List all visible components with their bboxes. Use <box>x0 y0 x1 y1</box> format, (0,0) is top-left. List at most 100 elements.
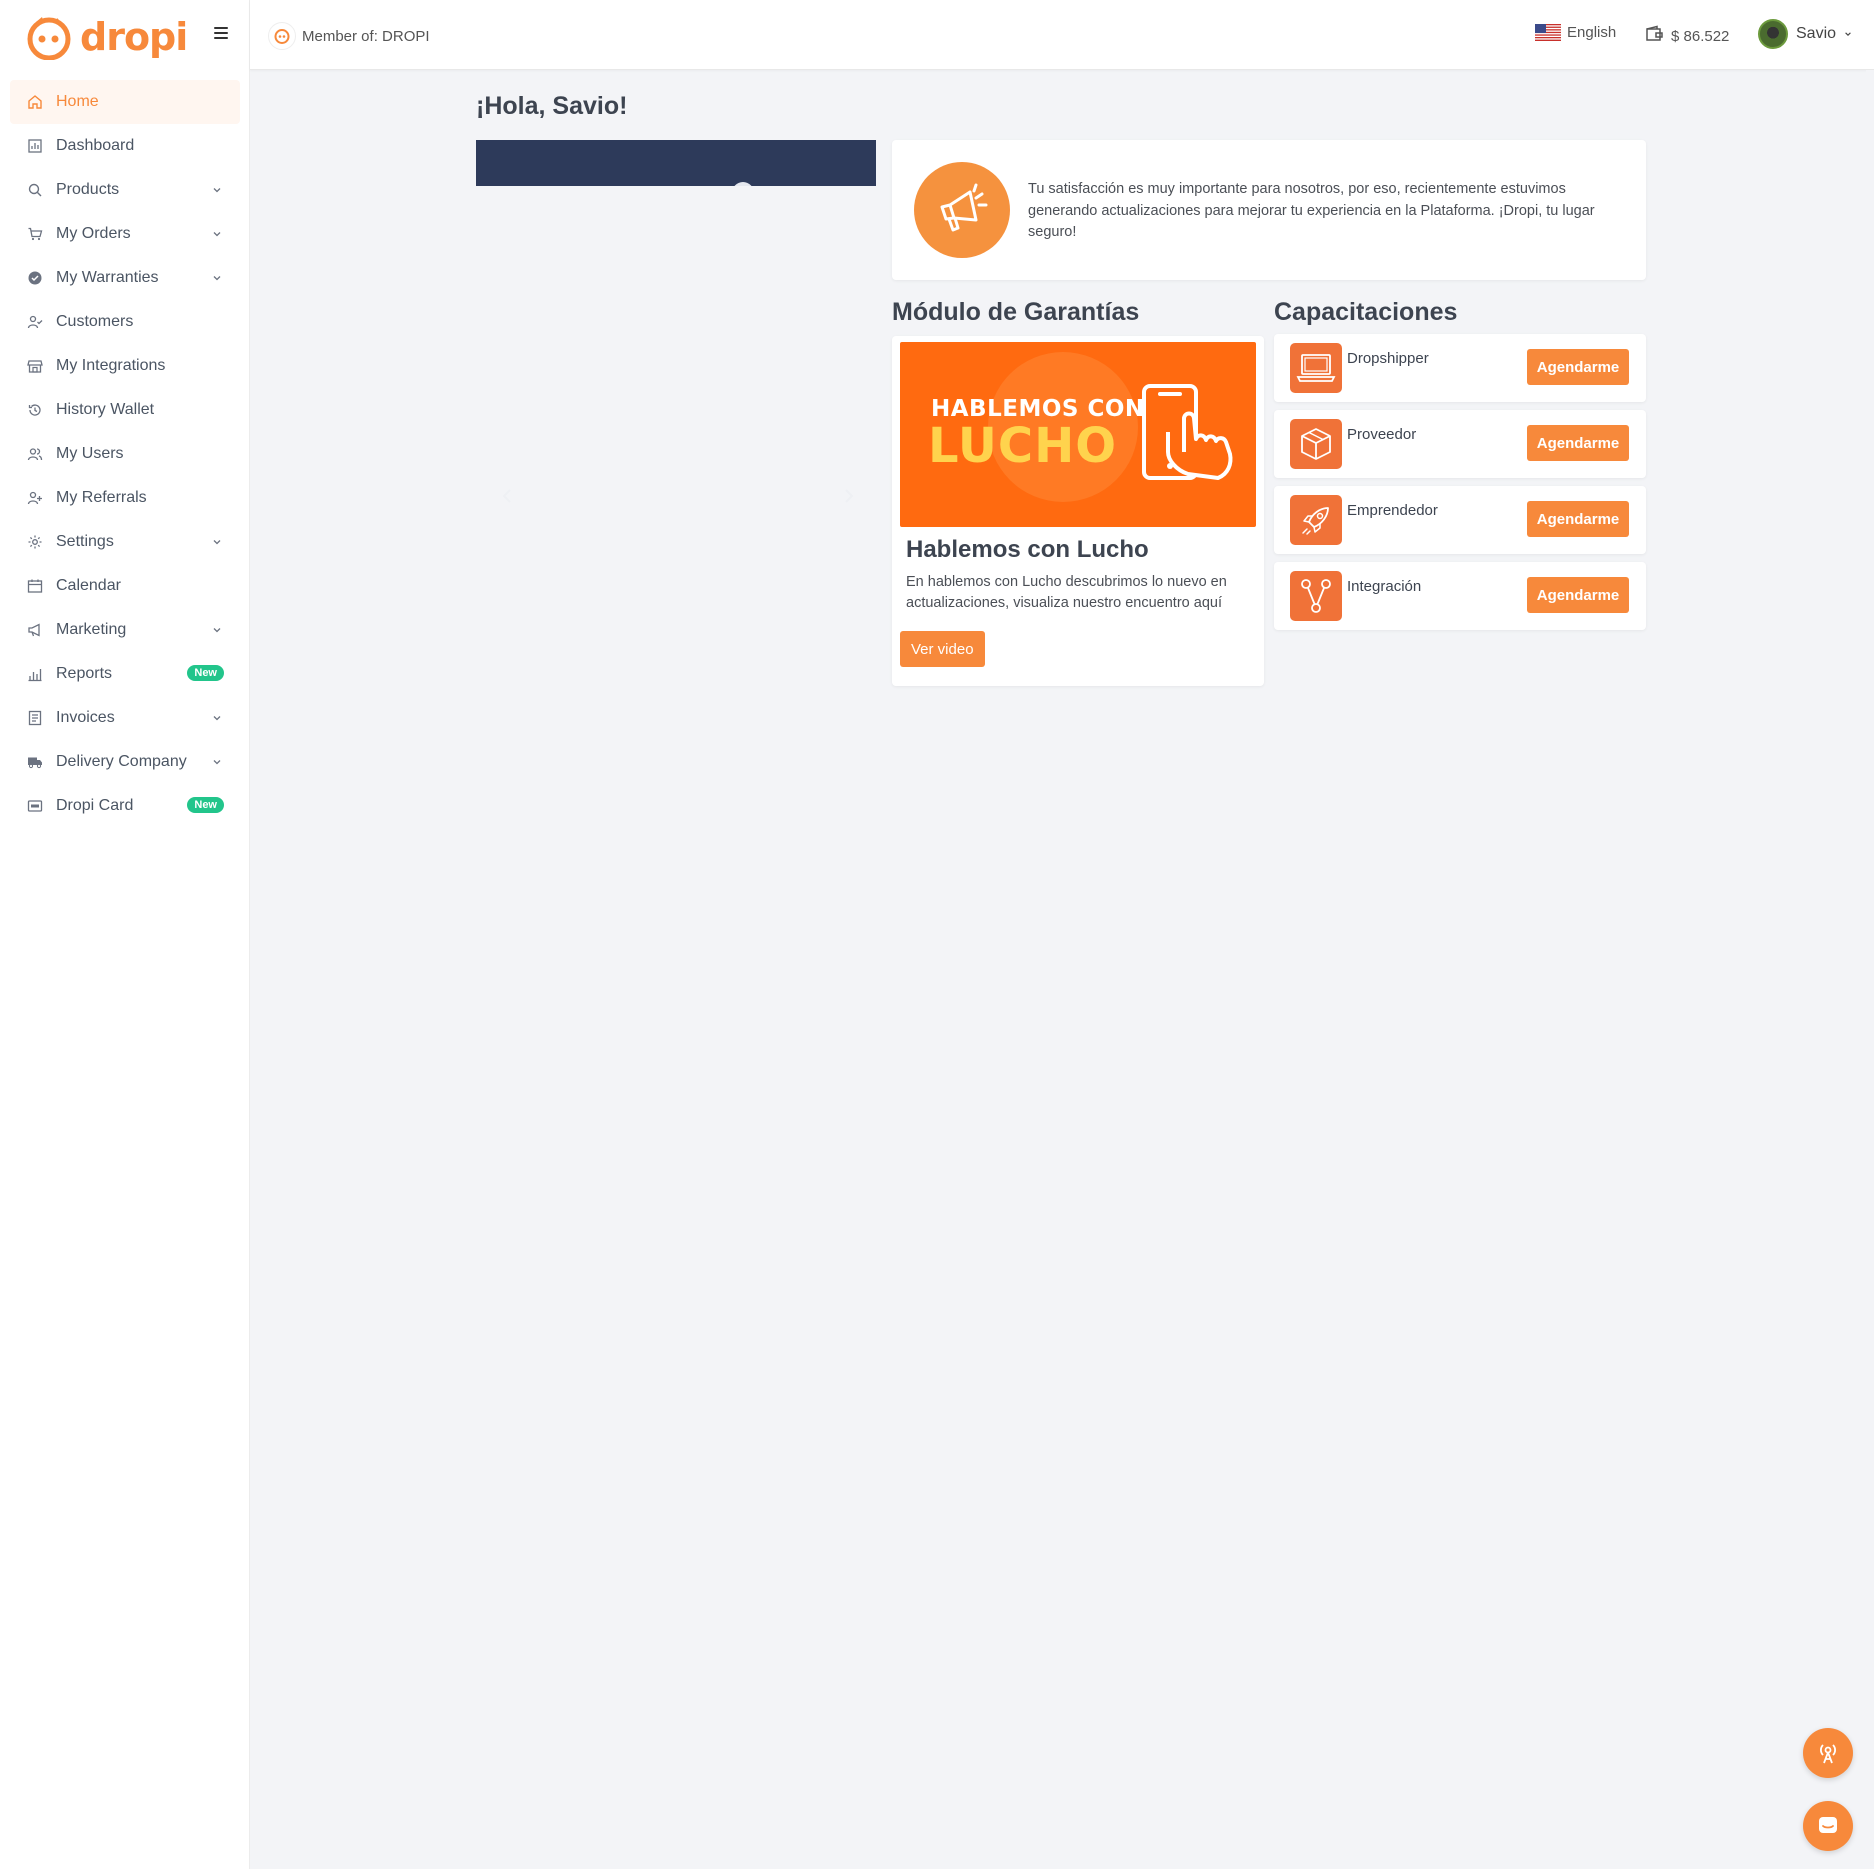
share-nodes-icon <box>1290 571 1342 621</box>
user-check-icon <box>26 313 44 331</box>
agendarme-button[interactable]: Agendarme <box>1527 577 1629 613</box>
banner-subheading: LUCHO <box>928 418 1118 474</box>
hablemos-con-lucho-banner[interactable]: HABLEMOS CON LUCHO <box>900 342 1256 527</box>
wallet-balance[interactable]: $ 86.522 <box>1645 25 1729 47</box>
sidebar-item-my-users[interactable]: My Users <box>10 432 240 476</box>
sidebar-item-label: Dropi Card <box>56 797 134 814</box>
sidebar-item-label: My Warranties <box>56 269 159 286</box>
sidebar-item-label: My Integrations <box>56 357 166 374</box>
rocket-icon <box>1290 495 1342 545</box>
sidebar-item-label: My Users <box>56 445 124 462</box>
sidebar-item-my-referrals[interactable]: My Referrals <box>10 476 240 520</box>
garantias-section-title: Módulo de Garantías <box>892 298 1140 326</box>
invoice-icon <box>26 709 44 727</box>
sidebar-item-label: Marketing <box>56 621 127 638</box>
training-item-emprendedor: Emprendedor Agendarme <box>1274 486 1646 554</box>
box-icon <box>1290 419 1342 469</box>
home-icon <box>26 93 44 111</box>
sidebar-item-invoices[interactable]: Invoices <box>10 696 240 740</box>
sidebar-item-my-warranties[interactable]: My Warranties <box>10 256 240 300</box>
truck-icon <box>26 753 44 771</box>
sidebar-item-label: Home <box>56 93 99 110</box>
user-plus-icon <box>26 489 44 507</box>
chevron-down-icon <box>212 182 222 193</box>
wallet-icon <box>1645 25 1665 47</box>
new-badge: New <box>187 665 224 681</box>
chat-icon[interactable] <box>1803 1801 1853 1851</box>
dropi-mini-logo-icon <box>268 22 296 50</box>
chevron-down-icon <box>212 270 222 281</box>
new-badge: New <box>187 797 224 813</box>
chevron-down-icon <box>212 710 222 721</box>
user-name: Savio <box>1796 25 1837 42</box>
training-item-integracion: Integración Agendarme <box>1274 562 1646 630</box>
sidebar-item-my-integrations[interactable]: My Integrations <box>10 344 240 388</box>
megaphone-icon <box>914 162 1010 258</box>
us-flag-icon <box>1535 24 1561 41</box>
sidebar-item-products[interactable]: Products <box>10 168 240 212</box>
training-label: Dropshipper <box>1347 350 1429 367</box>
search-icon <box>26 181 44 199</box>
chevron-down-icon <box>1844 25 1852 43</box>
menu-toggle-icon[interactable] <box>214 24 234 44</box>
megaphone-icon <box>26 621 44 639</box>
chevron-left-icon[interactable] <box>498 486 518 506</box>
chevron-down-icon <box>212 534 222 545</box>
ver-video-button[interactable]: Ver video <box>900 631 985 667</box>
sidebar-item-label: Calendar <box>56 577 121 594</box>
announcement-text: Tu satisfacción es muy importante para n… <box>1028 181 1595 240</box>
broadcast-icon[interactable] <box>1803 1728 1853 1778</box>
training-item-proveedor: Proveedor Agendarme <box>1274 410 1646 478</box>
laptop-icon <box>1290 343 1342 393</box>
sidebar-nav: Home Dashboard Products My Orders My War… <box>10 80 240 828</box>
dropi-logo[interactable]: dropi <box>24 14 188 61</box>
calendar-icon <box>26 577 44 595</box>
training-item-dropshipper: Dropshipper Agendarme <box>1274 334 1646 402</box>
language-label: English <box>1567 24 1617 41</box>
agendarme-button[interactable]: Agendarme <box>1527 501 1629 537</box>
page-scrollbar[interactable] <box>1866 70 1874 1830</box>
sidebar-item-marketing[interactable]: Marketing <box>10 608 240 652</box>
sidebar-item-label: History Wallet <box>56 401 155 418</box>
carousel-indicator[interactable] <box>732 182 754 186</box>
announcement-card: Tu satisfacción es muy importante para n… <box>892 140 1646 280</box>
sidebar-item-settings[interactable]: Settings <box>10 520 240 564</box>
garantias-card: HABLEMOS CON LUCHO Hablemos con Lucho En… <box>892 336 1264 686</box>
history-icon <box>26 401 44 419</box>
sidebar-item-my-orders[interactable]: My Orders <box>10 212 240 256</box>
chevron-down-icon <box>212 622 222 633</box>
sidebar-item-reports[interactable]: Reports New <box>10 652 240 696</box>
sidebar-item-label: Invoices <box>56 709 115 726</box>
brand-name: dropi <box>80 15 188 59</box>
sidebar-item-label: Products <box>56 181 120 198</box>
agendarme-button[interactable]: Agendarme <box>1527 349 1629 385</box>
agendarme-button[interactable]: Agendarme <box>1527 425 1629 461</box>
dropi-logo-mark <box>24 14 74 61</box>
language-selector[interactable]: English <box>1535 24 1616 41</box>
sidebar-item-label: Reports <box>56 665 113 682</box>
sidebar-item-label: My Orders <box>56 225 131 242</box>
banner-carousel[interactable] <box>476 140 876 186</box>
sidebar-item-home[interactable]: Home <box>10 80 240 124</box>
chevron-down-icon <box>212 754 222 765</box>
sidebar-item-dropi-card[interactable]: Dropi Card New <box>10 784 240 828</box>
sidebar-item-dashboard[interactable]: Dashboard <box>10 124 240 168</box>
page-title: ¡Hola, Savio! <box>476 92 628 120</box>
avatar <box>1758 19 1788 49</box>
topbar: Member of: DROPI English $ 86.522 Savio <box>250 0 1874 70</box>
user-menu[interactable]: Savio <box>1758 19 1852 49</box>
users-icon <box>26 445 44 463</box>
sidebar-item-delivery-company[interactable]: Delivery Company <box>10 740 240 784</box>
garantias-card-description: En hablemos con Lucho descubrimos lo nue… <box>906 574 1227 611</box>
sidebar-item-history-wallet[interactable]: History Wallet <box>10 388 240 432</box>
dashboard-icon <box>26 137 44 155</box>
member-label: Member of: DROPI <box>302 27 430 45</box>
sidebar-item-label: Delivery Company <box>56 753 187 770</box>
sidebar-item-customers[interactable]: Customers <box>10 300 240 344</box>
chevron-right-icon[interactable] <box>838 486 858 506</box>
store-icon <box>26 357 44 375</box>
card-icon <box>26 797 44 815</box>
gear-icon <box>26 533 44 551</box>
sidebar-item-calendar[interactable]: Calendar <box>10 564 240 608</box>
garantias-card-title: Hablemos con Lucho <box>906 536 1149 563</box>
